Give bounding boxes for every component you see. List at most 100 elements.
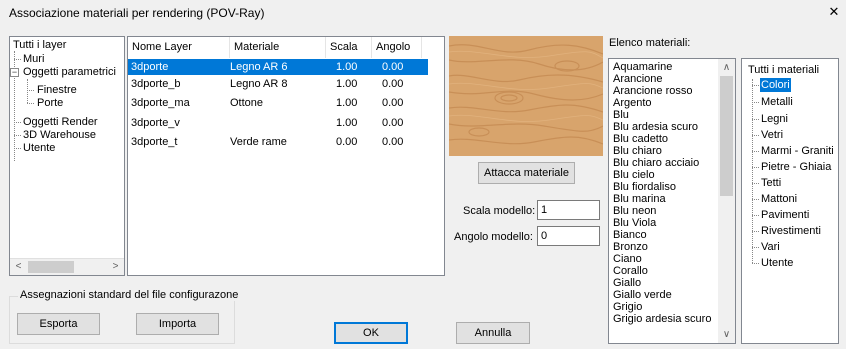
tree-item-utente[interactable]: Utente [23,142,55,155]
list-item[interactable]: Arancione rosso [613,86,693,97]
list-item[interactable]: Bronzo [613,242,648,253]
layer-tree-hscrollbar[interactable]: < > [10,258,124,275]
list-item[interactable]: Corallo [613,266,648,277]
column-header-scala[interactable]: Scala [326,37,372,58]
list-item[interactable]: Blu marina [613,194,666,205]
cell-scale: 1.00 [336,117,358,129]
tree-item-oggetti-render[interactable]: Oggetti Render [23,116,98,129]
category-rivestimenti[interactable]: Rivestimenti [761,224,821,238]
list-item[interactable]: Blu chiaro acciaio [613,158,699,169]
cell-layer-name: 3dporte_b [131,78,181,90]
list-item[interactable]: Blu [613,110,629,121]
tree-branch [752,231,759,232]
tree-guide-line [27,79,28,103]
tree-branch [14,135,21,136]
cell-material: Legno AR 8 [230,78,288,90]
cell-scale: 1.00 [336,78,358,90]
export-button[interactable]: Esporta [17,313,100,335]
list-item[interactable]: Aquamarine [613,62,672,73]
table-row[interactable]: 3dporte_ma Ottone 1.00 0.00 [128,95,428,111]
list-item[interactable]: Blu chiaro [613,146,662,157]
cell-angle: 0.00 [382,61,404,73]
list-item[interactable]: Giallo [613,278,641,289]
cell-scale: 1.00 [336,97,358,109]
list-item[interactable]: Ciano [613,254,642,265]
table-row[interactable]: 3dporte_b Legno AR 8 1.00 0.00 [128,76,428,92]
category-vari[interactable]: Vari [761,240,780,254]
tree-item-muri[interactable]: Muri [23,53,44,66]
tree-branch [752,135,759,136]
category-pietre-ghiaia[interactable]: Pietre - Ghiaia [761,160,831,174]
category-utente[interactable]: Utente [761,256,793,270]
window-title: Associazione materiali per rendering (PO… [9,6,265,20]
cell-angle: 0.00 [382,117,404,129]
model-scale-label: Scala modello: [463,205,536,217]
list-item[interactable]: Giallo verde [613,290,672,301]
list-item[interactable]: Blu cadetto [613,134,668,145]
list-item[interactable]: Blu ardesia scuro [613,122,698,133]
layer-table[interactable]: Nome Layer Materiale Scala Angolo 3dport… [127,36,445,276]
category-metalli[interactable]: Metalli [761,95,793,109]
scroll-left-icon[interactable]: < [10,259,27,275]
list-item[interactable]: Blu cielo [613,170,655,181]
list-item[interactable]: Bianco [613,230,647,241]
tree-branch [752,151,759,152]
tree-item-oggetti-parametrici[interactable]: Oggetti parametrici [23,66,116,79]
list-item[interactable]: Argento [613,98,652,109]
tree-item-porte[interactable]: Porte [37,97,63,110]
attach-material-button[interactable]: Attacca materiale [478,162,575,184]
category-tutti-i-materiali[interactable]: Tutti i materiali [748,63,819,77]
column-header-materiale[interactable]: Materiale [230,37,326,58]
model-scale-input[interactable]: 1 [537,200,600,220]
category-colori[interactable]: Colori [760,78,791,92]
materials-list-title: Elenco materiali: [609,37,691,49]
model-angle-input[interactable]: 0 [537,226,600,246]
tree-item-tutti-i-layer[interactable]: Tutti i layer [13,39,66,52]
list-item[interactable]: Grigio ardesia scuro [613,314,711,325]
cell-material: Legno AR 6 [230,61,288,73]
layer-tree[interactable]: Tutti i layer Muri − Oggetti parametrici… [9,36,125,276]
list-item[interactable]: Blu neon [613,206,656,217]
tree-branch [752,215,759,216]
materials-vscrollbar[interactable]: ∧ ∨ [718,59,735,343]
tree-branch [752,183,759,184]
scroll-up-icon[interactable]: ∧ [718,59,735,76]
tree-branch [27,90,34,91]
cell-angle: 0.00 [382,97,404,109]
category-pavimenti[interactable]: Pavimenti [761,208,809,222]
scroll-down-icon[interactable]: ∨ [718,326,735,343]
list-item[interactable]: Blu Viola [613,218,656,229]
cell-scale: 0.00 [336,136,358,148]
scroll-thumb[interactable] [28,261,74,273]
table-row[interactable]: 3dporte_t Verde rame 0.00 0.00 [128,134,428,150]
tree-branch [14,122,21,123]
tree-branch [27,103,34,104]
table-row[interactable]: 3dporte_v 1.00 0.00 [128,115,428,131]
scroll-thumb[interactable] [720,76,733,196]
category-tetti[interactable]: Tetti [761,176,781,190]
collapse-icon[interactable]: − [10,68,19,77]
category-legni[interactable]: Legni [761,112,788,126]
tree-branch [752,263,759,264]
material-category-tree[interactable]: Tutti i materiali Colori Metalli Legni V… [741,58,839,344]
tree-item-finestre[interactable]: Finestre [37,84,77,97]
list-item[interactable]: Blu fiordaliso [613,182,676,193]
cancel-button[interactable]: Annulla [456,322,530,344]
table-row[interactable]: 3dporte Legno AR 6 1.00 0.00 [128,59,428,75]
scroll-right-icon[interactable]: > [107,259,124,275]
tree-branch [14,148,21,149]
close-icon[interactable]: ✕ [826,4,842,20]
import-button[interactable]: Importa [136,313,219,335]
list-item[interactable]: Arancione [613,74,663,85]
materials-list[interactable]: Aquamarine Arancione Arancione rosso Arg… [608,58,736,344]
list-item[interactable]: Grigio [613,302,642,313]
tree-item-3d-warehouse[interactable]: 3D Warehouse [23,129,96,142]
category-marmi-graniti[interactable]: Marmi - Graniti [761,144,834,158]
category-vetri[interactable]: Vetri [761,128,783,142]
column-header-angolo[interactable]: Angolo [372,37,422,58]
column-header-nome-layer[interactable]: Nome Layer [128,37,230,58]
category-mattoni[interactable]: Mattoni [761,192,797,206]
cell-angle: 0.00 [382,136,404,148]
cell-layer-name: 3dporte_ma [131,97,190,109]
ok-button[interactable]: OK [334,322,408,344]
